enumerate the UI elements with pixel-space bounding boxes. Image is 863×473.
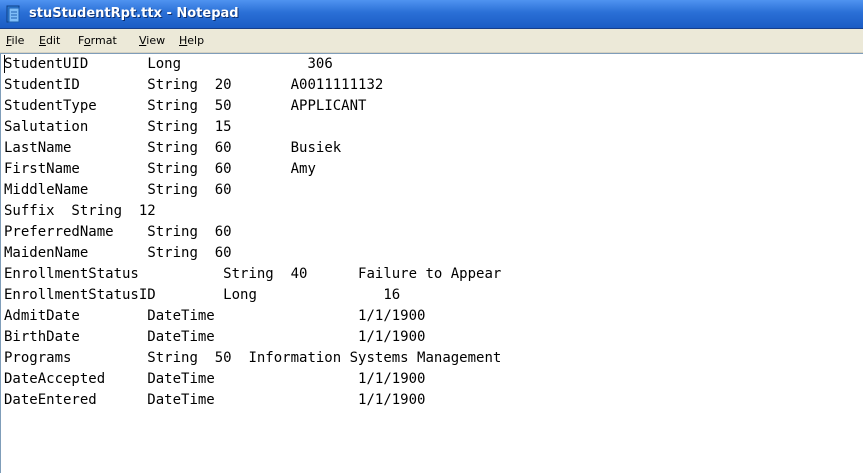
menu-file[interactable]: File bbox=[6, 29, 24, 52]
line-enrollmentstatusid: EnrollmentStatusID Long 16 bbox=[4, 287, 400, 303]
field-type: String bbox=[147, 77, 198, 93]
field-type: Long bbox=[147, 56, 182, 72]
field-length: 60 bbox=[214, 140, 232, 156]
field-name: BirthDate bbox=[4, 329, 80, 345]
field-value: 1/1/1900 bbox=[358, 308, 426, 324]
line-studenttype: StudentType String 50 APPLICANT bbox=[4, 98, 366, 114]
editor-text-content[interactable]: StudentUID Long 306 StudentID String 20 … bbox=[4, 54, 501, 411]
field-name: AdmitDate bbox=[4, 308, 80, 324]
field-name: FirstName bbox=[4, 161, 80, 177]
field-length: 60 bbox=[214, 245, 232, 261]
field-value: 1/1/1900 bbox=[358, 329, 426, 345]
field-name: MiddleName bbox=[4, 182, 89, 198]
window-title: stuStudentRpt.ttx - Notepad bbox=[29, 6, 239, 21]
field-length: 50 bbox=[214, 350, 232, 366]
menu-view[interactable]: View bbox=[139, 29, 165, 52]
field-name: Salutation bbox=[4, 119, 89, 135]
field-name: StudentUID bbox=[4, 56, 89, 72]
line-maidenname: MaidenName String 60 bbox=[4, 245, 232, 261]
field-name: LastName bbox=[4, 140, 72, 156]
line-preferredname: PreferredName String 60 bbox=[4, 224, 232, 240]
line-dateaccepted: DateAccepted DateTime 1/1/1900 bbox=[4, 371, 425, 387]
field-name: EnrollmentStatus bbox=[4, 266, 139, 282]
field-length: 60 bbox=[214, 224, 232, 240]
field-length: 60 bbox=[214, 161, 232, 177]
line-salutation: Salutation String 15 bbox=[4, 119, 232, 135]
field-name: DateAccepted bbox=[4, 371, 106, 387]
field-value: Amy bbox=[290, 161, 316, 177]
field-length: 60 bbox=[214, 182, 232, 198]
field-name: DateEntered bbox=[4, 392, 97, 408]
menu-format-accelerator: o bbox=[83, 34, 91, 47]
field-value: Information Systems Management bbox=[248, 350, 502, 366]
field-name: Programs bbox=[4, 350, 72, 366]
field-value: 16 bbox=[383, 287, 401, 303]
field-value: Busiek bbox=[290, 140, 342, 156]
line-studentuid: StudentUID Long 306 bbox=[4, 56, 333, 72]
field-type: String bbox=[223, 266, 274, 282]
line-dateentered: DateEntered DateTime 1/1/1900 bbox=[4, 392, 425, 408]
line-admitdate: AdmitDate DateTime 1/1/1900 bbox=[4, 308, 425, 324]
menu-bar: File Edit Format View Help bbox=[0, 29, 863, 53]
field-length: 20 bbox=[214, 77, 232, 93]
field-value: A0011111132 bbox=[290, 77, 384, 93]
title-bar[interactable]: stuStudentRpt.ttx - Notepad bbox=[0, 0, 863, 29]
field-value: Failure to Appear bbox=[358, 266, 502, 282]
field-name: PreferredName bbox=[4, 224, 114, 240]
field-type: String bbox=[147, 182, 198, 198]
field-length: 40 bbox=[290, 266, 308, 282]
text-caret bbox=[4, 55, 5, 73]
field-length: 50 bbox=[214, 98, 232, 114]
text-editor-area[interactable]: StudentUID Long 306 StudentID String 20 … bbox=[0, 53, 863, 473]
menu-view-label: iew bbox=[146, 34, 166, 47]
menu-edit[interactable]: Edit bbox=[39, 29, 60, 52]
notepad-window: stuStudentRpt.ttx - Notepad File Edit Fo… bbox=[0, 0, 863, 473]
line-lastname: LastName String 60 Busiek bbox=[4, 140, 341, 156]
field-value: 1/1/1900 bbox=[358, 392, 426, 408]
field-type: DateTime bbox=[147, 392, 215, 408]
field-type: DateTime bbox=[147, 308, 215, 324]
line-suffix: Suffix String 12 bbox=[4, 203, 156, 219]
menu-format-label-end: rmat bbox=[90, 34, 117, 47]
menu-format[interactable]: Format bbox=[78, 29, 117, 52]
line-firstname: FirstName String 60 Amy bbox=[4, 161, 316, 177]
field-type: String bbox=[147, 224, 198, 240]
field-type: DateTime bbox=[147, 371, 215, 387]
line-studentid: StudentID String 20 A0011111132 bbox=[4, 77, 383, 93]
field-value: 1/1/1900 bbox=[358, 371, 426, 387]
field-name: StudentType bbox=[4, 98, 97, 114]
notepad-icon[interactable] bbox=[6, 5, 22, 23]
menu-edit-accelerator: E bbox=[39, 34, 46, 47]
field-name: StudentID bbox=[4, 77, 80, 93]
field-name: Suffix String 12 bbox=[4, 203, 156, 219]
field-type: String bbox=[147, 119, 198, 135]
line-middlename: MiddleName String 60 bbox=[4, 182, 232, 198]
field-value: APPLICANT bbox=[290, 98, 367, 114]
menu-file-label: ile bbox=[11, 34, 25, 47]
menu-help-label: elp bbox=[187, 34, 205, 47]
menu-edit-label: dit bbox=[45, 34, 61, 47]
field-type: String bbox=[147, 245, 198, 261]
field-value: 306 bbox=[307, 56, 333, 72]
field-type: Long bbox=[223, 287, 257, 303]
field-type: String bbox=[147, 161, 198, 177]
field-type: String bbox=[147, 98, 198, 114]
field-length: 15 bbox=[214, 119, 232, 135]
field-name: MaidenName bbox=[4, 245, 89, 261]
line-birthdate: BirthDate DateTime 1/1/1900 bbox=[4, 329, 425, 345]
field-name: EnrollmentStatusID bbox=[4, 287, 156, 303]
line-programs: Programs String 50 Information Systems M… bbox=[4, 350, 501, 366]
field-type: String bbox=[147, 350, 198, 366]
field-type: DateTime bbox=[147, 329, 215, 345]
line-enrollmentstatus: EnrollmentStatus String 40 Failure to Ap… bbox=[4, 266, 501, 282]
field-type: String bbox=[147, 140, 198, 156]
menu-help[interactable]: Help bbox=[179, 29, 204, 52]
